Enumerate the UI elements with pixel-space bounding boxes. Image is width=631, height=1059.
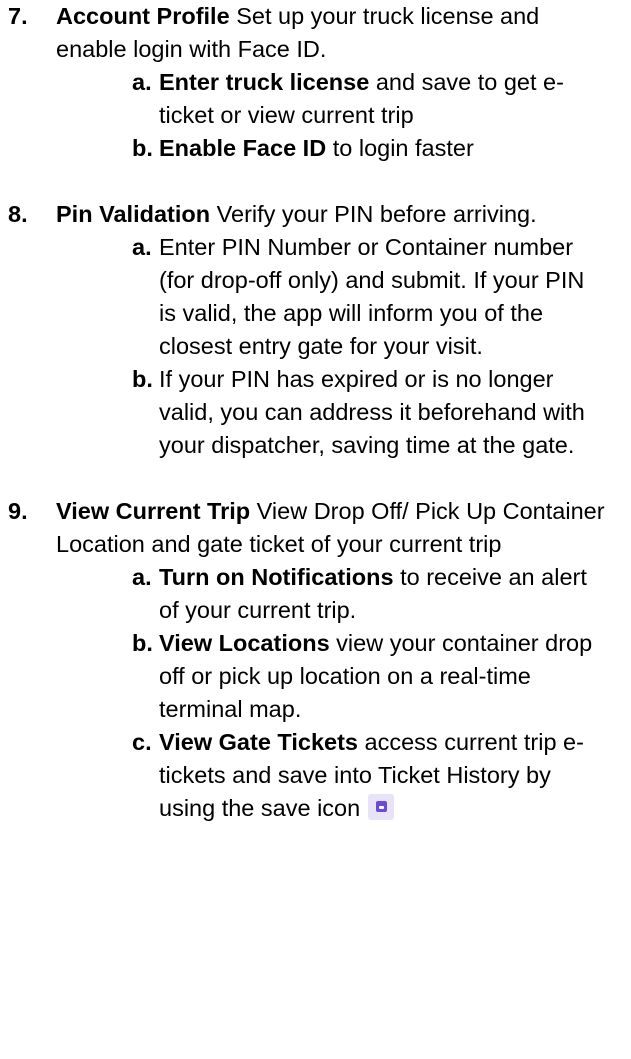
substep-bold: View Locations	[159, 630, 330, 656]
substep-letter: c.	[132, 729, 152, 755]
substep-bold: Turn on Notifications	[159, 564, 394, 590]
step-number: 7.	[8, 3, 28, 29]
substep-description: to login faster	[326, 135, 474, 161]
step-title: View Current Trip	[56, 498, 251, 524]
substep-item: a. Enter PIN Number or Container number …	[56, 231, 611, 363]
step-view-current-trip: 9. View Current Trip View Drop Off/ Pick…	[0, 495, 631, 825]
substeps-list: a. Turn on Notifications to receive an a…	[56, 561, 611, 825]
document-page: 7. Account Profile Set up your truck lic…	[0, 0, 631, 1059]
step-title: Account Profile	[56, 3, 230, 29]
substep-text: View Gate Tickets access current trip e-…	[159, 729, 584, 821]
substep-letter: a.	[132, 564, 152, 590]
substep-bold: Enter truck license	[159, 69, 370, 95]
substep-letter: a.	[132, 69, 152, 95]
substeps-list: a. Enter PIN Number or Container number …	[56, 231, 611, 462]
substep-bold: View Gate Tickets	[159, 729, 358, 755]
substep-text: Enter truck license and save to get e-ti…	[159, 69, 564, 128]
step-text: Account Profile Set up your truck licens…	[56, 0, 611, 66]
substep-text: Enable Face ID to login faster	[159, 135, 474, 161]
substep-item: a. Enter truck license and save to get e…	[56, 66, 611, 132]
substep-item: c. View Gate Tickets access current trip…	[56, 726, 611, 825]
step-title: Pin Validation	[56, 201, 211, 227]
substep-item: b. View Locations view your container dr…	[56, 627, 611, 726]
substep-bold: Enable Face ID	[159, 135, 327, 161]
substep-letter: a.	[132, 234, 152, 260]
substep-letter: b.	[132, 630, 153, 656]
substep-text: Turn on Notifications to receive an aler…	[159, 564, 587, 623]
step-number: 9.	[8, 498, 28, 524]
substep-item: a. Turn on Notifications to receive an a…	[56, 561, 611, 627]
step-text: View Current Trip View Drop Off/ Pick Up…	[56, 495, 611, 561]
substep-text: View Locations view your container drop …	[159, 630, 592, 722]
substep-item: b. If your PIN has expired or is no long…	[56, 363, 611, 462]
steps-list: 7. Account Profile Set up your truck lic…	[0, 0, 631, 825]
substep-description: If your PIN has expired or is no longer …	[159, 366, 585, 458]
substep-description: Enter PIN Number or Container number (fo…	[159, 234, 585, 359]
save-icon	[368, 794, 395, 820]
step-number: 8.	[8, 201, 28, 227]
substep-letter: b.	[132, 135, 153, 161]
step-text: Pin Validation Verify your PIN before ar…	[56, 198, 611, 231]
substep-item: b. Enable Face ID to login faster	[56, 132, 611, 165]
substep-letter: b.	[132, 366, 153, 392]
step-pin-validation: 8. Pin Validation Verify your PIN before…	[0, 198, 631, 462]
step-account-profile: 7. Account Profile Set up your truck lic…	[0, 0, 631, 165]
substeps-list: a. Enter truck license and save to get e…	[56, 66, 611, 165]
step-description: Verify your PIN before arriving.	[210, 201, 537, 227]
